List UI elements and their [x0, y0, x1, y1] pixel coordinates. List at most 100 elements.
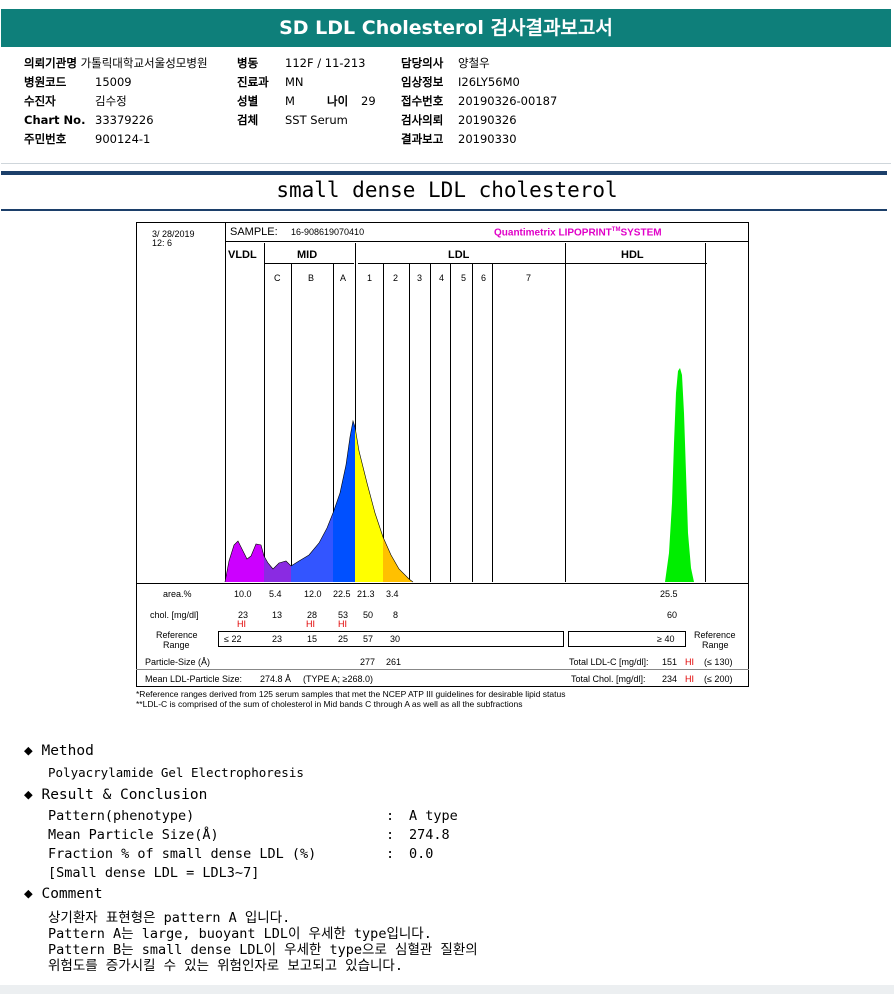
total-chol-ref: (≤ 200)	[704, 674, 733, 684]
result-value-3: 0.0	[409, 846, 434, 862]
patient-col-3: 담당의사 양철우 임상정보 I26LY56M0 접수번호 20190326-00187…	[401, 54, 601, 149]
sex-value: M	[285, 94, 295, 108]
ref-label-right-1: Reference	[694, 630, 736, 640]
patient-col-2: 병동 112F / 11-213 진료과 MN 성별 M 나이 29 검체 SST Seru…	[237, 54, 397, 130]
resident-no-value: 900124-1	[95, 132, 151, 146]
total-ldl-ref: (≤ 130)	[704, 657, 733, 667]
result-value-2: 274.8	[409, 827, 450, 843]
hospital-code-label: 병원코드	[24, 75, 67, 89]
ref-b: 15	[307, 634, 318, 644]
result-note: [Small dense LDL = LDL3~7]	[48, 865, 260, 881]
result-key-2: Mean Particle Size(Å)	[48, 827, 219, 843]
clinical-info-value: I26LY56M0	[458, 75, 520, 89]
footnote-2: **LDL-C is comprised of the sum of chole…	[136, 699, 523, 709]
hi-flag-a: HI	[338, 619, 347, 629]
divider	[1, 163, 891, 164]
comment-line-4: 위험도를 증가시킬 수 있는 위험인자로 보고되고 있습니다.	[48, 958, 403, 974]
ref-label-right-2: Range	[702, 640, 729, 650]
mean-size-value: 274.8 Å	[260, 674, 292, 684]
result-colon-2: :	[386, 827, 395, 843]
total-ldl-hi: HI	[685, 657, 694, 667]
result-key-1: Pattern(phenotype)	[48, 808, 195, 824]
comment-heading: ◆ Comment	[24, 886, 103, 902]
mid-a-peak	[333, 421, 355, 582]
age-value: 29	[361, 94, 376, 108]
request-date-label: 검사의뢰	[401, 113, 444, 127]
ref-label-2: Range	[163, 640, 190, 650]
area-b: 12.0	[304, 589, 322, 599]
hi-flag-vldl: HI	[237, 619, 246, 629]
total-ldl-label: Total LDL-C [mg/dl]:	[569, 657, 649, 667]
hdl-peak	[665, 368, 694, 582]
result-colon-3: :	[386, 846, 395, 862]
particle-size-1: 277	[360, 657, 376, 667]
specimen-value: SST Serum	[285, 113, 348, 127]
ref-c: 23	[272, 634, 283, 644]
clinical-info-label: 임상정보	[401, 75, 444, 89]
particle-size-label: Particle-Size (Å)	[145, 657, 211, 667]
vldl-peak	[225, 541, 264, 582]
area-label: area.%	[163, 589, 192, 599]
institution-label: 의뢰기관명	[24, 56, 77, 70]
report-date-label: 결과보고	[401, 132, 444, 146]
mid-b-peak	[291, 513, 333, 582]
chol-hdl: 60	[667, 610, 678, 620]
request-date-value: 20190326	[458, 113, 517, 127]
section-divider	[1, 171, 887, 175]
institution-value: 가톨릭대학교서울성모병원	[80, 56, 208, 70]
diamond-icon: ◆	[24, 743, 42, 759]
area-a: 22.5	[333, 589, 351, 599]
chol-1: 50	[363, 610, 374, 620]
receipt-no-value: 20190326-00187	[458, 94, 558, 108]
area-vldl: 10.0	[234, 589, 252, 599]
total-chol-value: 234	[662, 674, 678, 684]
department-value: MN	[285, 75, 304, 89]
total-chol-hi: HI	[685, 674, 694, 684]
patient-name-value: 김수정	[95, 94, 127, 108]
report-date-value: 20190330	[458, 132, 517, 146]
particle-size-2: 261	[386, 657, 402, 667]
ref-vldl: ≤ 22	[224, 634, 242, 644]
section-divider-bottom	[1, 209, 887, 211]
method-text: Polyacrylamide Gel Electrophoresis	[48, 765, 304, 780]
doctor-label: 담당의사	[401, 56, 444, 70]
total-ldl-value: 151	[662, 657, 678, 667]
area-2: 3.4	[386, 589, 399, 599]
diamond-icon: ◆	[24, 787, 42, 803]
area-1: 21.3	[357, 589, 375, 599]
section-subtitle: small dense LDL cholesterol	[276, 178, 618, 202]
hospital-code-value: 15009	[95, 75, 132, 89]
chart-no-value: 33379226	[95, 113, 154, 127]
lipoprint-report: 3/ 28/2019 12: 6 SAMPLE: 16-908619070410…	[136, 222, 749, 584]
report-title: SD LDL Cholesterol 검사결과보고서	[1, 9, 891, 47]
densitometry-trace	[224, 368, 694, 583]
specimen-label: 검체	[237, 113, 259, 127]
chol-2: 8	[393, 610, 399, 620]
age-label: 나이	[327, 94, 349, 108]
patient-col-1: 의뢰기관명 가톨릭대학교서울성모병원 병원코드 15009 수진자 김수정 Char…	[24, 54, 208, 149]
receipt-no-label: 접수번호	[401, 94, 444, 108]
mid-c-peak	[264, 556, 291, 582]
ward-value: 112F / 11-213	[285, 56, 366, 70]
diamond-icon: ◆	[24, 886, 42, 902]
result-key-3: Fraction % of small dense LDL (%)	[48, 846, 317, 862]
ldl1-peak	[355, 427, 383, 582]
result-heading: ◆ Result & Conclusion	[24, 787, 208, 803]
mean-size-label: Mean LDL-Particle Size:	[145, 674, 243, 684]
method-heading: ◆ Method	[24, 743, 94, 759]
resident-no-label: 주민번호	[24, 132, 67, 146]
ldl2-peak	[383, 537, 413, 582]
total-chol-label: Total Chol. [mg/dl]:	[571, 674, 646, 684]
doctor-value: 양철우	[458, 56, 490, 70]
sex-label: 성별	[237, 94, 259, 108]
page-footer-bar	[0, 985, 894, 994]
ref-2: 30	[390, 634, 401, 644]
result-colon-1: :	[386, 808, 395, 824]
chol-label: chol. [mg/dl]	[150, 610, 199, 620]
mean-size-type: (TYPE A; ≥268.0)	[303, 674, 373, 684]
area-hdl: 25.5	[660, 589, 678, 599]
footnote-1: *Reference ranges derived from 125 serum…	[136, 689, 566, 699]
chol-c: 13	[272, 610, 283, 620]
ref-label-1: Reference	[156, 630, 198, 640]
chart-no-label: Chart No.	[24, 113, 86, 127]
